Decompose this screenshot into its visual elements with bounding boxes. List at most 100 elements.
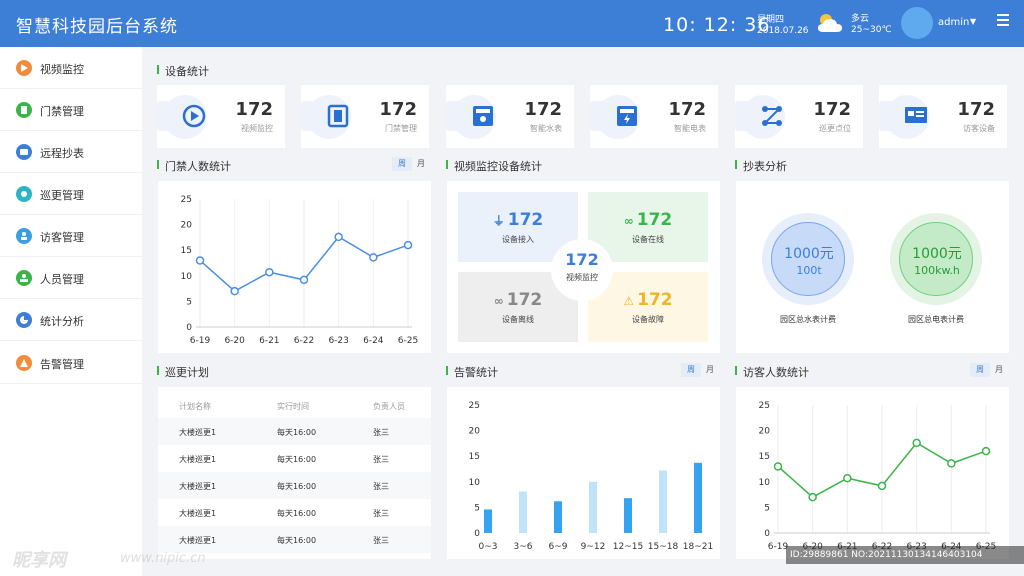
patrol-header-owner: 负责人员 (373, 402, 405, 411)
avatar[interactable] (901, 7, 933, 39)
link-icon: ∞ (623, 214, 634, 228)
sidebar-item-label: 告警管理 (40, 358, 84, 371)
video-center-value: 172 (565, 250, 599, 269)
sidebar-item-0[interactable]: 视频监控 (0, 47, 142, 89)
visitor-icon (16, 228, 32, 244)
toggle-week-access[interactable]: 周 (392, 157, 412, 171)
data-point (912, 438, 921, 448)
x-tick-label: 3~6 (514, 542, 533, 552)
table-cell: 大楼巡更1 (179, 536, 217, 545)
table-cell: 每天16:00 (277, 455, 317, 464)
video-icon (16, 60, 32, 76)
table-row[interactable]: 大楼巡更1 每天16:00 张三 (158, 418, 431, 445)
user-name[interactable]: admin (938, 17, 969, 28)
sidebar-item-3[interactable]: 巡更管理 (0, 173, 142, 215)
water-gauge-unit: 100t (796, 264, 822, 277)
electric-gauge-unit: 100kw.h (914, 264, 960, 277)
stat-value: 172 (668, 99, 706, 120)
stat-card-3[interactable]: 172 智能电表 (590, 85, 718, 148)
stat-card-0[interactable]: 172 视频监控 (157, 85, 285, 148)
x-tick-label: 6-25 (398, 336, 418, 346)
toggle-month-alarm[interactable]: 月 (706, 363, 714, 377)
hamburger-menu-icon[interactable] (997, 14, 1009, 29)
visitor-device-icon (903, 103, 929, 129)
stat-label: 智能电表 (674, 124, 706, 133)
door-icon (16, 102, 32, 118)
data-point (403, 240, 413, 250)
watermark-brand: 昵享网 (12, 550, 66, 571)
bar (519, 491, 527, 533)
sidebar-item-label: 访客管理 (40, 231, 84, 244)
patrol-header-name: 计划名称 (179, 402, 211, 411)
data-point (981, 446, 991, 456)
table-cell: 每天16:00 (277, 509, 317, 518)
table-cell: 大楼巡更1 (179, 455, 217, 464)
table-row[interactable]: 大楼巡更1 每天16:00 张三 (158, 526, 431, 553)
bar (554, 501, 562, 533)
app-title: 智慧科技园后台系统 (16, 17, 178, 37)
x-tick-label: 6-20 (224, 336, 245, 346)
sidebar-item-5[interactable]: 人员管理 (0, 257, 142, 299)
patrol-header-time: 实行时间 (277, 402, 309, 411)
electric-gauge-inner: 1000元 100kw.h (899, 222, 973, 296)
clock-hours: 10 (663, 14, 690, 36)
toggle-week-alarm[interactable]: 周 (681, 363, 701, 377)
weekday: 星期四 (757, 15, 785, 25)
video-quad-number: 172 (636, 210, 673, 230)
stat-value: 172 (957, 99, 995, 120)
stat-value: 172 (235, 99, 273, 120)
y-tick-label: 20 (759, 427, 771, 437)
video-quad-label: 设备故障 (632, 315, 664, 324)
access-line-chart: 0 5 10 15 20 25 6-19 6-20 6-21 6-22 6-23 6-24 6-25 (181, 195, 419, 346)
data-point (230, 286, 239, 296)
sidebar-item-label: 远程抄表 (40, 147, 84, 160)
y-tick-label: 25 (759, 401, 770, 411)
sidebar-item-1[interactable]: 门禁管理 (0, 89, 142, 131)
y-tick-label: 20 (181, 221, 193, 231)
table-cell: 张三 (373, 428, 389, 437)
weather-temp: 25~30℃ (851, 25, 892, 35)
data-point (195, 256, 205, 265)
warning-icon: ⚠ (623, 294, 635, 308)
stat-card-1[interactable]: 172 门禁管理 (301, 85, 429, 148)
y-tick-label: 0 (186, 323, 192, 333)
video-quad-label: 设备接入 (502, 235, 534, 244)
sidebar: 视频监控门禁管理远程抄表巡更管理访客管理人员管理 统计分析告警管理 (0, 47, 142, 576)
sidebar-item-2[interactable]: 远程抄表 (0, 131, 142, 173)
electric-gauge: 1000元 100kw.h (890, 213, 982, 305)
table-row[interactable]: 大楼巡更1 每天16:00 张三 (158, 499, 431, 526)
sidebar-item-label: 视频监控 (40, 63, 84, 76)
video-quad-label: 设备在线 (632, 235, 664, 244)
section-title-video: 视频监控设备统计 (446, 158, 542, 174)
y-tick-label: 15 (759, 452, 770, 462)
data-point (265, 267, 274, 277)
people-icon (16, 270, 32, 286)
sidebar-item-4[interactable]: 访客管理 (0, 215, 142, 257)
stat-card-2[interactable]: 172 智能水表 (446, 85, 574, 148)
video-quad-value: ∞ 172 (458, 290, 578, 310)
table-row[interactable]: 大楼巡更1 每天16:00 张三 (158, 472, 431, 499)
table-row[interactable]: 大楼巡更1 每天16:00 张三 (158, 445, 431, 472)
electric-meter-icon (614, 103, 640, 129)
x-tick-label: 6-24 (363, 336, 384, 346)
y-tick-label: 10 (181, 272, 193, 282)
y-tick-label: 5 (474, 503, 480, 513)
caret-down-icon[interactable]: ▼ (970, 17, 976, 26)
date: 2018.07.26 (757, 26, 809, 36)
sidebar-item-7[interactable]: 告警管理 (0, 342, 142, 384)
stat-value: 172 (813, 99, 851, 120)
electric-gauge-label: 园区总电表计费 (908, 315, 964, 324)
toggle-month-visitor[interactable]: 月 (995, 363, 1003, 377)
stat-label: 巡更点位 (819, 124, 851, 133)
toggle-week-visitor[interactable]: 周 (970, 363, 990, 377)
x-tick-label: 15~18 (648, 542, 679, 552)
table-cell: 每天16:00 (277, 536, 317, 545)
x-tick-label: 18~21 (683, 542, 713, 552)
section-title-patrol: 巡更计划 (157, 364, 209, 380)
toggle-month-access[interactable]: 月 (417, 157, 425, 171)
x-tick-label: 0~3 (479, 542, 498, 552)
stat-card-5[interactable]: 172 访客设备 (879, 85, 1007, 148)
stat-card-4[interactable]: 172 巡更点位 (735, 85, 863, 148)
x-tick-label: 6~9 (549, 542, 568, 552)
sidebar-item-6[interactable]: 统计分析 (0, 299, 142, 341)
